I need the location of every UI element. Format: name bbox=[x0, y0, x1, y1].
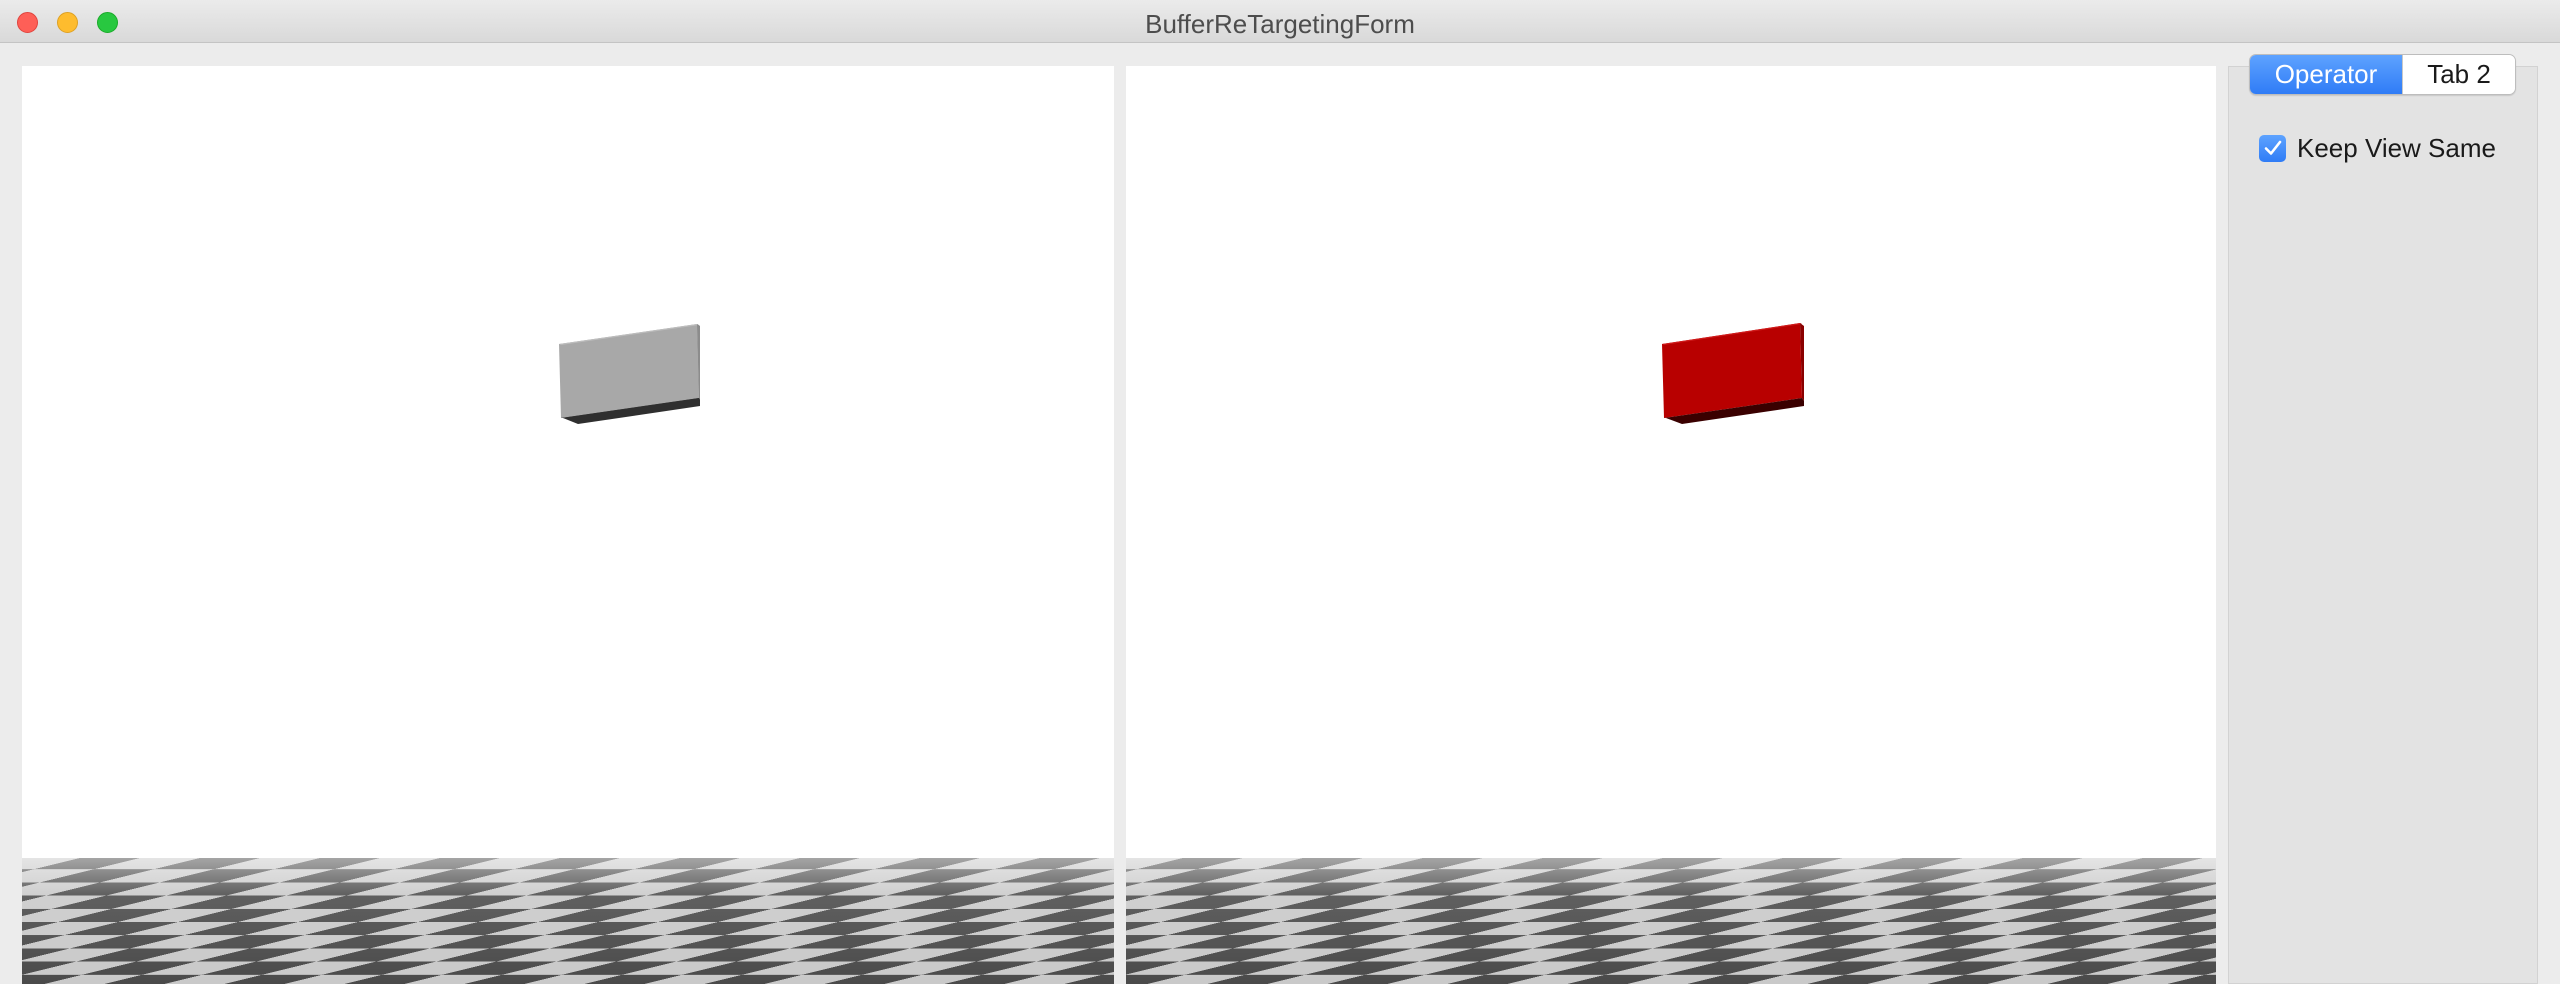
panel-tabs: Operator Tab 2 bbox=[2249, 54, 2516, 95]
control-panel bbox=[2228, 66, 2538, 984]
checkmark-icon bbox=[2264, 140, 2281, 155]
left-scene bbox=[22, 66, 1114, 984]
right-3d-viewport[interactable] bbox=[1126, 66, 2216, 984]
window-title: BufferReTargetingForm bbox=[1145, 9, 1415, 39]
left-3d-viewport[interactable] bbox=[22, 66, 1114, 984]
checkered-floor bbox=[1126, 66, 2216, 984]
keep-view-same-checkbox[interactable] bbox=[2259, 134, 2286, 162]
keep-view-same-option[interactable]: Keep View Same bbox=[2259, 133, 2496, 163]
checkered-floor bbox=[22, 66, 1114, 984]
tab-operator[interactable]: Operator bbox=[2250, 55, 2402, 94]
keep-view-same-label: Keep View Same bbox=[2297, 132, 2496, 163]
title-bar: BufferReTargetingForm bbox=[0, 0, 2560, 43]
right-scene bbox=[1126, 66, 2216, 984]
tab-tab-2[interactable]: Tab 2 bbox=[2402, 55, 2515, 94]
